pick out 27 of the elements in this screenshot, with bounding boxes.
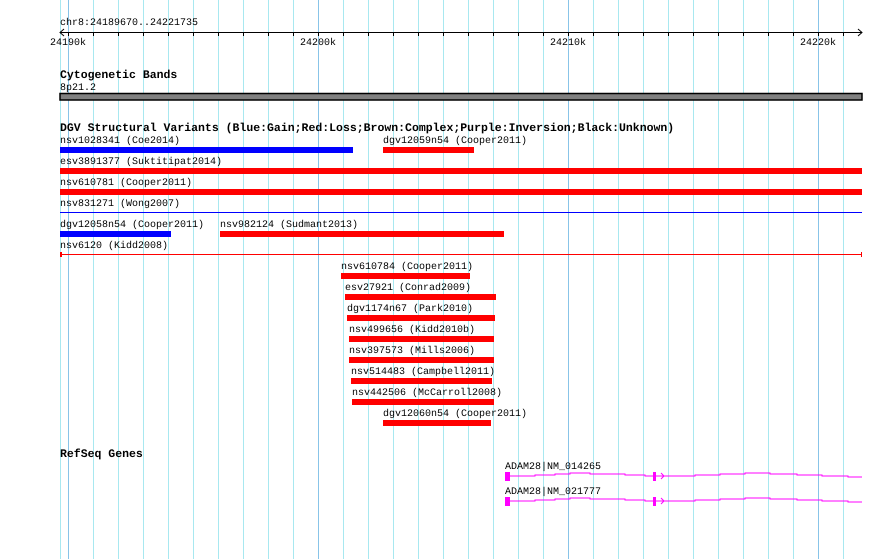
variant-label: dgv12058n54 (Cooper2011) — [60, 220, 204, 231]
track-title: RefSeq Genes — [60, 448, 143, 461]
variant-label: esv3891377 (Suktitipat2014) — [60, 157, 222, 168]
track-title: Cytogenetic Bands — [60, 69, 178, 82]
gene-label: ADAM28|NM_014265 — [505, 462, 602, 473]
axis-label: 24200k — [300, 38, 336, 49]
variant-label: dgv12060n54 (Cooper2011) — [383, 409, 528, 420]
variant-label: nsv6120 (Kidd2008) — [60, 241, 168, 252]
variant-label: nsv831271 (Wong2007) — [60, 199, 180, 210]
variant-label: nsv442506 (McCarroll2008) — [352, 388, 502, 399]
axis-label: 24210k — [550, 38, 586, 49]
gene-label: ADAM28|NM_021777 — [505, 487, 602, 498]
variant-label: nsv610784 (Cooper2011) — [341, 262, 474, 273]
band-label: 8p21.2 — [60, 83, 96, 94]
variant-label: nsv397573 (Mills2006) — [349, 346, 476, 357]
location-label: chr8:24189670..24221735 — [60, 18, 198, 29]
variant-label: dgv12059n54 (Cooper2011) — [383, 136, 528, 147]
axis-label: 24190k — [50, 38, 86, 49]
variant-label: nsv499656 (Kidd2010b) — [349, 325, 476, 336]
variant-label: nsv982124 (Sudmant2013) — [220, 220, 358, 231]
variant-label: nsv1028341 (Coe2014) — [60, 136, 180, 147]
track-title: DGV Structural Variants (Blue:Gain;Red:Loss;Brown:Complex;Purple:Inversion;Black:Unknown) — [60, 122, 674, 135]
variant-label: nsv610781 (Cooper2011) — [60, 178, 192, 189]
variant-label: dgv1174n67 (Park2010) — [347, 304, 474, 315]
axis-label: 24220k — [800, 38, 836, 49]
variant-label: esv27921 (Conrad2009) — [345, 283, 472, 294]
variant-label: nsv514483 (Campbell2011) — [351, 367, 496, 378]
